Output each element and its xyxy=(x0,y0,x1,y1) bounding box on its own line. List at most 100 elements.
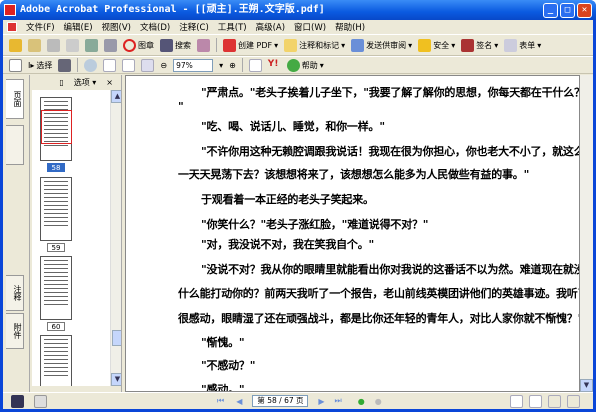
separator xyxy=(77,58,79,72)
tab-comments[interactable]: 注释 xyxy=(6,275,24,311)
text-line: "不许你用这种无赖腔调跟我说话！我现在很为你担心，你也老大不小了，就这么 xyxy=(201,145,580,158)
select-tool-button[interactable]: I▸ 选择 xyxy=(28,60,52,71)
search-label: 搜索 xyxy=(175,40,191,50)
menu-file[interactable]: 文件(F) xyxy=(26,21,55,33)
security-label: 安全 xyxy=(433,40,450,50)
sign-button[interactable]: 签名 ▾ xyxy=(461,38,498,52)
panel-toggle-icon[interactable] xyxy=(11,394,24,408)
fit-width-icon[interactable] xyxy=(141,58,155,72)
document-scrollbar[interactable]: ▼ xyxy=(580,75,593,392)
stamp-label: 图章 xyxy=(138,40,154,50)
menu-edit[interactable]: 编辑(E) xyxy=(64,21,93,33)
first-page-icon[interactable]: ⏮ xyxy=(217,396,224,406)
continuous-facing-icon[interactable] xyxy=(547,394,561,408)
collapse-icon[interactable] xyxy=(34,394,47,408)
text-line: 一天天晃荡下去？该想想将来了，该想想怎么能多为人民做些有益的事。" xyxy=(178,168,530,181)
page-thumbnail[interactable] xyxy=(40,335,72,386)
select-label: 选择 xyxy=(36,60,53,70)
tab-bookmarks[interactable]: 书签 xyxy=(6,125,24,165)
view-toolbar: I▸ 选择 ⊖ 97% ▾ ⊕ Y! 帮助 ▾ xyxy=(3,56,593,74)
zoom-in-icon[interactable]: ⊕ xyxy=(229,61,236,70)
page-thumbnail[interactable] xyxy=(40,97,72,161)
menu-tools[interactable]: 工具(T) xyxy=(218,21,247,33)
send-review-icon xyxy=(351,38,365,52)
text-cursor-icon: I▸ xyxy=(28,60,35,70)
page-label[interactable]: 58 xyxy=(47,163,65,172)
hand-tool-icon[interactable] xyxy=(9,58,22,72)
trash-icon[interactable]: ▯ xyxy=(59,78,63,87)
document-icon xyxy=(7,22,17,32)
snapshot-icon[interactable] xyxy=(58,58,72,72)
fit-page-icon[interactable] xyxy=(122,58,136,72)
window-title: Adobe Acrobat Professional - [[顽主].王朔.文字… xyxy=(20,4,325,15)
menu-window[interactable]: 窗口(W) xyxy=(294,21,326,33)
stamp-button[interactable]: 图章 xyxy=(123,38,154,52)
text-line: "不感动？" xyxy=(201,359,256,372)
go-forward-icon[interactable]: ● xyxy=(375,397,382,406)
panel-close-button[interactable]: × xyxy=(106,78,113,87)
actual-size-icon[interactable] xyxy=(103,58,117,72)
page-label[interactable]: 60 xyxy=(47,322,65,331)
go-back-icon[interactable]: ● xyxy=(358,397,365,406)
facing-icon[interactable] xyxy=(566,394,580,408)
document-view: "严肃点。"老头子挨着儿子坐下，"我要了解了解你的思想，你每天都在干什么？ " "吃… xyxy=(125,75,580,392)
tab-attachments[interactable]: 附件 xyxy=(6,313,24,349)
previous-page-icon[interactable]: ◀ xyxy=(236,397,242,406)
text-line: 很感动，眼睛湿了还在顽强战斗，都是比你还年轻的青年人，对比人家你就不惭愧？" xyxy=(178,312,580,325)
text-line: 于观看着一本正经的老头子笑起来。 xyxy=(201,193,374,206)
yahoo-icon[interactable]: Y! xyxy=(268,59,281,72)
security-button[interactable]: 安全 ▾ xyxy=(418,38,455,52)
single-page-icon[interactable] xyxy=(509,394,523,408)
create-pdf-label: 创建 PDF xyxy=(238,40,273,50)
tab-pages[interactable]: 页面 xyxy=(6,79,24,119)
email-icon[interactable] xyxy=(85,38,98,52)
organizer-icon[interactable] xyxy=(28,38,41,52)
forms-label: 表单 xyxy=(519,40,536,50)
picture-tasks-icon[interactable] xyxy=(197,38,210,52)
zoom-in-tool-icon[interactable] xyxy=(84,58,98,72)
text-line: " xyxy=(178,100,184,113)
print-icon[interactable] xyxy=(66,38,79,52)
continuous-icon[interactable] xyxy=(528,394,542,408)
page-thumbnail[interactable] xyxy=(40,256,72,320)
next-page-icon[interactable]: ▶ xyxy=(318,397,324,406)
close-button[interactable]: ✕ xyxy=(577,3,592,18)
text-line: "没说不对？我从你的眼睛里就能看出你对我说的这番话不以为然。难道现在就没 xyxy=(201,263,580,276)
help-icon xyxy=(286,58,300,72)
menu-help[interactable]: 帮助(H) xyxy=(335,21,365,33)
page-number-input[interactable]: 第 58 / 67 页 xyxy=(252,395,309,407)
forms-button[interactable]: 表单 ▾ xyxy=(504,38,541,52)
minimize-button[interactable]: _ xyxy=(543,3,558,18)
menu-bar: 文件(F) 编辑(E) 视图(V) 文档(D) 注释(C) 工具(T) 高级(A… xyxy=(3,20,593,34)
page-label[interactable]: 59 xyxy=(47,243,65,252)
menu-comments[interactable]: 注释(C) xyxy=(179,21,209,33)
send-review-label: 发送供审阅 xyxy=(366,40,407,50)
separator xyxy=(216,38,217,52)
options-menu[interactable]: 选项 ▾ xyxy=(74,77,97,88)
view-region-box[interactable] xyxy=(41,110,72,144)
zoom-dropdown-icon[interactable]: ▾ xyxy=(219,61,223,70)
attach-icon[interactable] xyxy=(104,38,117,52)
save-icon[interactable] xyxy=(47,38,60,52)
send-review-button[interactable]: 发送供审阅 ▾ xyxy=(351,38,412,52)
maximize-button[interactable]: □ xyxy=(560,3,575,18)
zoom-input[interactable]: 97% xyxy=(173,58,214,72)
menu-document[interactable]: 文档(D) xyxy=(140,21,170,33)
zoom-out-icon[interactable]: ⊖ xyxy=(160,61,167,70)
rotate-icon[interactable] xyxy=(248,58,262,72)
search-button[interactable]: 搜索 xyxy=(160,38,191,52)
menu-view[interactable]: 视图(V) xyxy=(102,21,131,33)
create-pdf-button[interactable]: 创建 PDF ▾ xyxy=(223,38,278,52)
sign-label: 签名 xyxy=(476,40,493,50)
text-line: "惭愧。" xyxy=(201,336,245,349)
text-line: "严肃点。"老头子挨着儿子坐下，"我要了解了解你的思想，你每天都在干什么？ xyxy=(201,86,580,99)
comment-markup-button[interactable]: 注释和标记 ▾ xyxy=(284,38,345,52)
last-page-icon[interactable]: ⏭ xyxy=(335,396,342,406)
help-button[interactable]: 帮助 ▾ xyxy=(286,58,324,72)
app-window: Adobe Acrobat Professional - [[顽主].王朔.文字… xyxy=(0,0,596,412)
text-line: "吃、喝、说话儿、睡觉，和你一样。" xyxy=(201,120,385,133)
menu-advanced[interactable]: 高级(A) xyxy=(256,21,285,33)
page-thumbnail[interactable] xyxy=(40,177,72,241)
scroll-down-icon[interactable]: ▼ xyxy=(580,379,593,392)
open-icon[interactable] xyxy=(9,38,22,52)
